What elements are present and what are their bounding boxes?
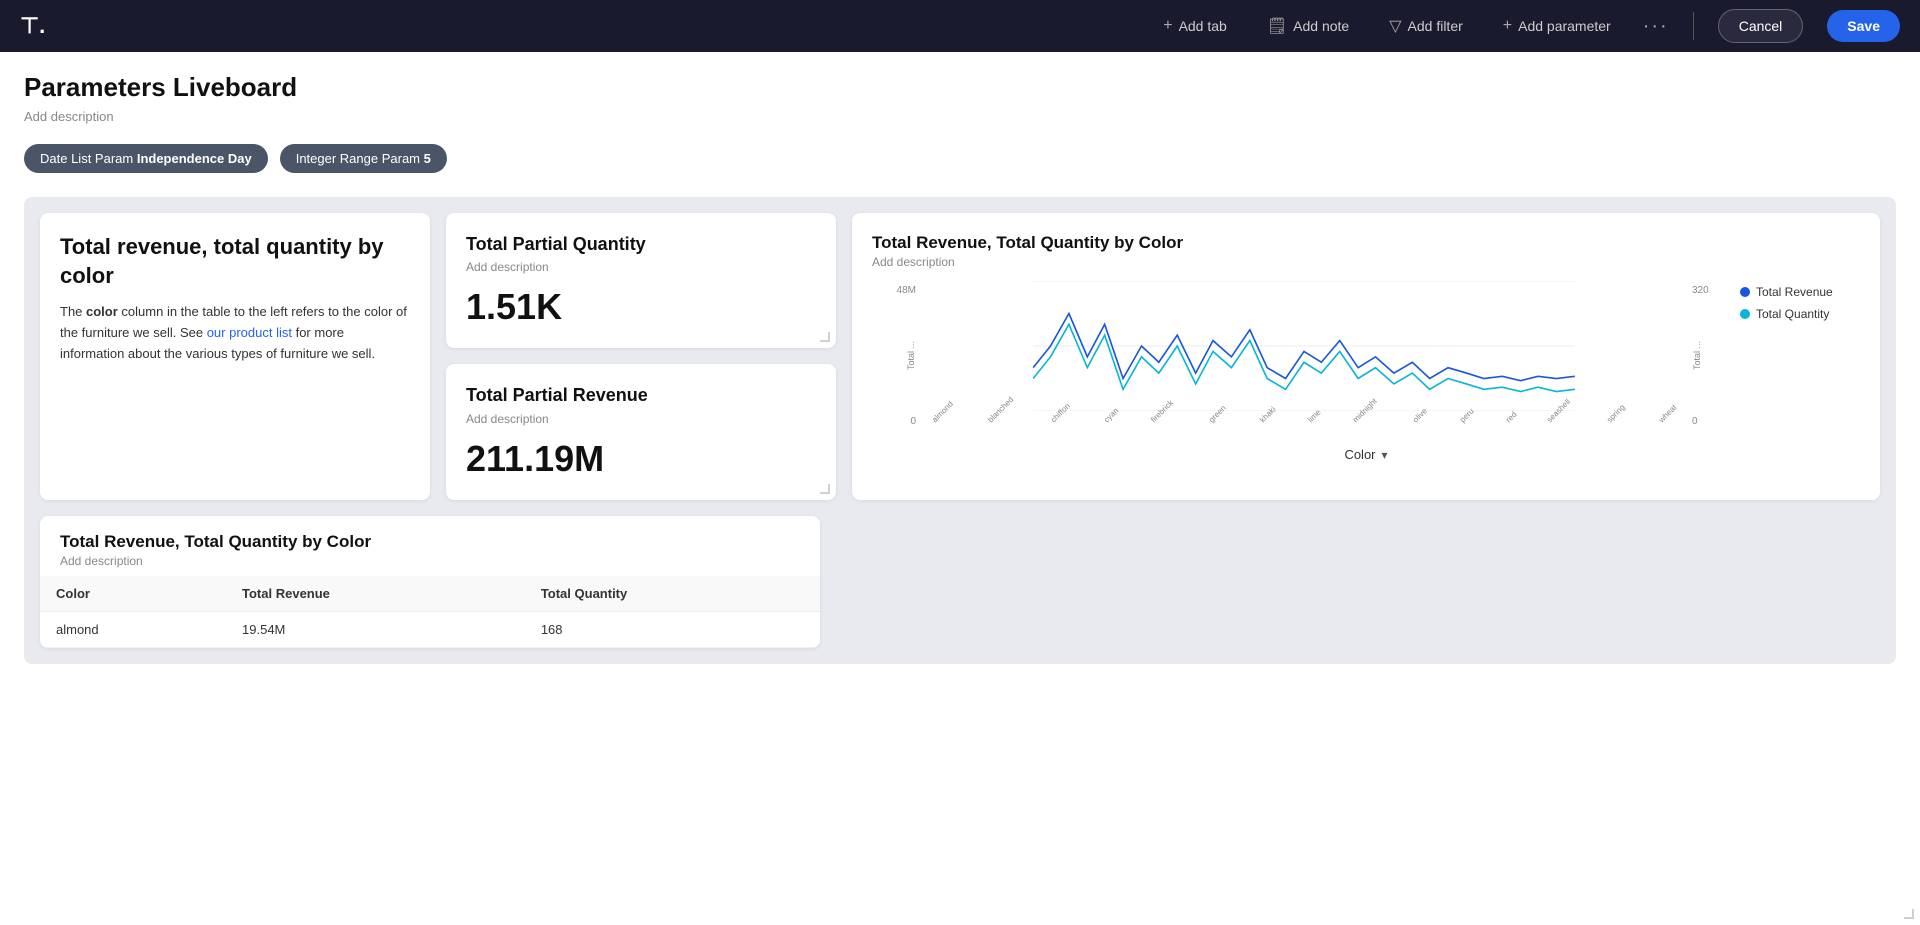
col-header-revenue: Total Revenue [226,576,525,612]
legend-label-quantity: Total Quantity [1756,307,1829,321]
cell-quantity: 168 [525,611,820,647]
nav-divider [1693,12,1694,40]
x-axis-labels: almond blanched chiffon cyan firebrick g… [928,418,1680,427]
page-description[interactable]: Add description [24,109,1896,124]
legend-item-revenue: Total Revenue [1740,285,1860,299]
partial-revenue-desc: Add description [466,412,816,426]
partial-quantity-value: 1.51K [466,286,816,328]
add-filter-button[interactable]: ▽ Add filter [1381,10,1471,42]
table-card: Total Revenue, Total Quantity by Color A… [40,516,820,648]
add-tab-button[interactable]: + Add tab [1155,11,1235,41]
note-icon: 🗒 [1267,16,1287,36]
partial-revenue-card: Total Partial Revenue Add description 21… [446,364,836,499]
param-pill-integer[interactable]: Integer Range Param 5 [280,144,447,173]
product-list-link[interactable]: our product list [207,325,292,340]
right-axis-label: Total ... [1692,341,1702,370]
cell-revenue: 19.54M [226,611,525,647]
info-card-body: The color column in the table to the lef… [60,302,410,364]
param-pills-container: Date List Param Independence Day Integer… [24,144,1896,173]
partial-quantity-card: Total Partial Quantity Add description 1… [446,213,836,348]
table-header-row: Color Total Revenue Total Quantity [40,576,820,612]
filter-icon: ▽ [1389,16,1401,36]
stacked-cards-column: Total Partial Quantity Add description 1… [446,213,836,500]
chart-axis-label: Color [1344,447,1375,462]
table-card-title: Total Revenue, Total Quantity by Color [60,532,800,552]
param-pill-date[interactable]: Date List Param Independence Day [24,144,268,173]
dashboard-area: Total revenue, total quantity by color T… [24,197,1896,664]
data-table: Color Total Revenue Total Quantity almon… [40,576,820,648]
left-axis: 48M Total ... 0 [872,281,916,427]
chart-svg-container: almond blanched chiffon cyan firebrick g… [928,281,1680,427]
resize-handle[interactable] [1904,909,1916,921]
resize-handle-2[interactable] [820,332,832,344]
partial-quantity-title: Total Partial Quantity [466,233,816,256]
col-header-quantity: Total Quantity [525,576,820,612]
table-row: almond 19.54M 168 [40,611,820,647]
table-card-desc: Add description [60,554,800,568]
legend-label-revenue: Total Revenue [1756,285,1833,299]
chart-title: Total Revenue, Total Quantity by Color [872,233,1860,253]
save-button[interactable]: Save [1827,10,1900,42]
top-navigation: ⊤. + Add tab 🗒 Add note ▽ Add filter + A… [0,0,1920,52]
partial-revenue-value: 211.19M [466,438,816,480]
page-content: Parameters Liveboard Add description Dat… [0,52,1920,925]
right-axis: 320 Total ... 0 [1692,281,1728,427]
chart-x-axis: Color ▾ [872,447,1860,462]
y-left-bottom-label: 0 [910,416,916,427]
y-left-top-label: 48M [897,285,916,296]
add-parameter-button[interactable]: + Add parameter [1495,11,1619,41]
col-header-color: Color [40,576,226,612]
more-options-button[interactable]: ··· [1643,15,1669,38]
legend-item-quantity: Total Quantity [1740,307,1860,321]
revenue-quantity-chart-card: Total Revenue, Total Quantity by Color A… [852,213,1880,500]
resize-handle-3[interactable] [820,484,832,496]
left-axis-label: Total ... [906,341,916,370]
chart-legend: Total Revenue Total Quantity [1740,281,1860,427]
top-row: Total revenue, total quantity by color T… [40,213,1880,500]
partial-quantity-desc: Add description [466,260,816,274]
legend-dot-revenue [1740,287,1750,297]
plus-icon-2: + [1503,17,1512,35]
plus-icon: + [1163,17,1172,35]
cell-color: almond [40,611,226,647]
line-chart-svg [928,281,1680,411]
page-title: Parameters Liveboard [24,72,1896,103]
y-right-top-label: 320 [1692,285,1709,296]
axis-dropdown-icon[interactable]: ▾ [1382,448,1388,462]
chart-desc: Add description [872,255,1860,269]
chart-area: 48M Total ... 0 [872,281,1860,427]
partial-revenue-title: Total Partial Revenue [466,384,816,407]
table-card-header: Total Revenue, Total Quantity by Color A… [40,516,820,576]
cancel-button[interactable]: Cancel [1718,9,1804,43]
legend-dot-quantity [1740,309,1750,319]
x-label-red: red [1504,410,1519,425]
info-card: Total revenue, total quantity by color T… [40,213,430,500]
bottom-row: Total Revenue, Total Quantity by Color A… [40,516,1880,648]
app-logo: ⊤. [20,13,45,39]
add-note-button[interactable]: 🗒 Add note [1259,10,1357,42]
info-card-title: Total revenue, total quantity by color [60,233,410,290]
y-right-bottom-label: 0 [1692,416,1698,427]
